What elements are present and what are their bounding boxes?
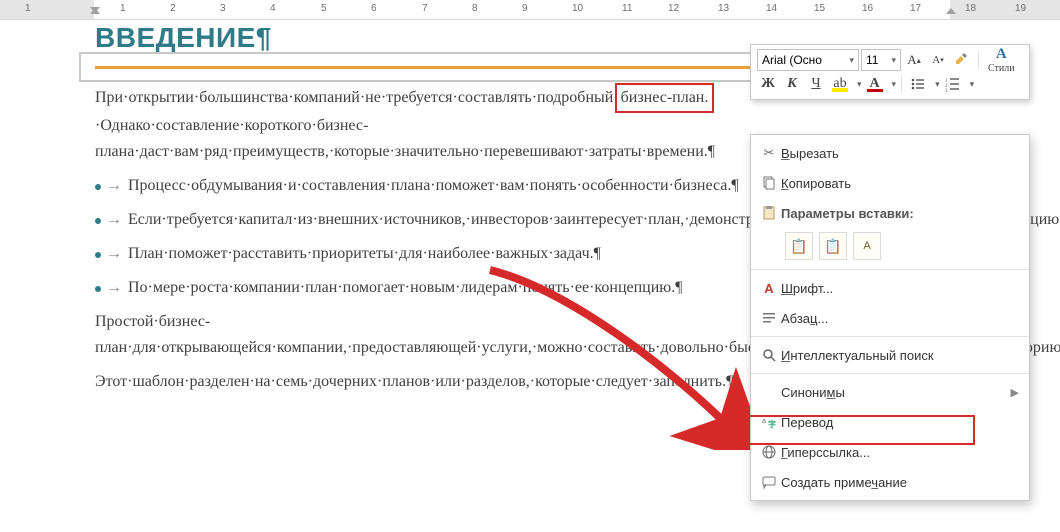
- clipboard-icon: [757, 205, 781, 221]
- right-indent-marker[interactable]: [946, 8, 956, 14]
- ruler-number: 4: [270, 3, 276, 14]
- ctx-cut[interactable]: ✂ Вырезать: [751, 138, 1029, 168]
- tab-arrow-icon: →: [106, 275, 122, 301]
- bullet-dot-icon: [95, 286, 101, 292]
- bullet-text: Процесс·обдумывания·и·составления·плана·…: [128, 173, 739, 199]
- ctx-font[interactable]: A Шрифт...: [751, 273, 1029, 303]
- font-family-combo[interactable]: Arial (Осно ▾: [757, 49, 859, 71]
- ruler-number: 5: [321, 3, 327, 14]
- ruler-number: 8: [472, 3, 478, 14]
- translate-icon: a字: [757, 414, 781, 430]
- styles-label: Стили: [988, 63, 1015, 74]
- paste-merge-formatting[interactable]: 📋: [819, 232, 847, 260]
- ruler-number: 1: [25, 3, 31, 14]
- ctx-paste-header: Параметры вставки:: [751, 198, 1029, 228]
- ruler-number: 16: [862, 3, 873, 14]
- ruler-number: 10: [572, 3, 583, 14]
- ruler-number: 18: [965, 3, 976, 14]
- bullet-dot-icon: [95, 252, 101, 258]
- increase-font-button[interactable]: A▴: [903, 49, 925, 71]
- ctx-font-label: рифт...: [793, 281, 833, 296]
- bullets-button[interactable]: [907, 73, 929, 95]
- tab-arrow-icon: →: [106, 173, 122, 199]
- bullet-text: План·поможет·расставить·приоритеты·для·н…: [128, 241, 601, 267]
- search-icon: [757, 347, 781, 363]
- bullet-dot-icon: [95, 218, 101, 224]
- bullet-dot-icon: [95, 184, 101, 190]
- selected-text[interactable]: бизнес-план.: [615, 83, 715, 113]
- paste-text-only[interactable]: A: [853, 232, 881, 260]
- ctx-smart-label: нтеллектуальный поиск: [790, 348, 933, 363]
- ruler-number: 13: [718, 3, 729, 14]
- paragraph-dialog-icon: [757, 310, 781, 326]
- ctx-cut-label: ырезать: [790, 146, 839, 161]
- chevron-down-icon: ▾: [891, 55, 896, 66]
- chevron-down-icon[interactable]: ▾: [892, 79, 897, 90]
- svg-text:a: a: [762, 418, 766, 425]
- ctx-copy-label: опировать: [789, 176, 851, 191]
- tab-arrow-icon: →: [106, 241, 122, 267]
- ctx-copy[interactable]: Копировать: [751, 168, 1029, 198]
- font-dialog-icon: A: [757, 281, 781, 296]
- font-family-value: Arial (Осно: [762, 53, 822, 67]
- ruler-number: 7: [422, 3, 428, 14]
- font-color-button[interactable]: A: [864, 73, 886, 95]
- left-indent-marker[interactable]: [90, 8, 100, 14]
- ruler-number: 6: [371, 3, 377, 14]
- ruler-number: 11: [622, 3, 632, 14]
- ctx-hyperlink-label: иперссылка...: [787, 445, 870, 460]
- ruler-number: 9: [522, 3, 528, 14]
- ctx-paste-label: Параметры вставки:: [781, 206, 1019, 221]
- ruler-number: 15: [814, 3, 825, 14]
- comment-icon: [757, 474, 781, 490]
- svg-text:3: 3: [945, 89, 948, 92]
- ruler-number: 3: [220, 3, 226, 14]
- ruler-number: 17: [910, 3, 921, 14]
- bullet-text: По·мере·роста·компании·план·помогает·нов…: [128, 275, 683, 301]
- svg-text:字: 字: [768, 419, 776, 429]
- ruler-number: 1: [120, 3, 126, 14]
- underline-button[interactable]: Ч: [805, 73, 827, 95]
- paragraph-1a: При·открытии·большинства·компаний·не·тре…: [95, 89, 619, 106]
- italic-button[interactable]: К: [781, 73, 803, 95]
- format-painter-button[interactable]: [951, 49, 973, 71]
- paintbrush-icon: [954, 52, 970, 68]
- ruler-number: 19: [1015, 3, 1026, 14]
- ctx-hyperlink[interactable]: Гиперссылка...: [751, 437, 1029, 467]
- paste-keep-formatting[interactable]: 📋: [785, 232, 813, 260]
- ctx-smart-lookup[interactable]: Интеллектуальный поиск: [751, 340, 1029, 370]
- ctx-new-comment[interactable]: Создать примечание: [751, 467, 1029, 497]
- font-size-combo[interactable]: 11 ▾: [861, 49, 901, 71]
- ctx-translate-label: Перевод: [781, 415, 1019, 430]
- styles-button[interactable]: A Стили: [984, 49, 1019, 71]
- paragraph-1b: ·Однако·составление·короткого·бизнес-пла…: [95, 117, 715, 160]
- chevron-down-icon[interactable]: ▾: [970, 79, 975, 90]
- paste-options-row: 📋 📋 A: [751, 228, 1029, 266]
- chevron-down-icon[interactable]: ▾: [857, 79, 862, 90]
- numbering-button[interactable]: 123: [942, 73, 964, 95]
- decrease-font-button[interactable]: A▾: [927, 49, 949, 71]
- ruler-number: 12: [668, 3, 679, 14]
- context-menu: ✂ Вырезать Копировать Параметры вставки:…: [750, 134, 1030, 501]
- ctx-synonyms[interactable]: Синонимы ▶: [751, 377, 1029, 407]
- bold-button[interactable]: Ж: [757, 73, 779, 95]
- chevron-down-icon: ▾: [849, 55, 854, 66]
- copy-icon: [757, 175, 781, 191]
- submenu-arrow-icon: ▶: [1011, 386, 1019, 399]
- scissors-icon: ✂: [757, 145, 781, 161]
- ctx-translate[interactable]: a字 Перевод: [751, 407, 1029, 437]
- mini-toolbar: Arial (Осно▾ 11▾ A▴ A▾ A Стили Ж К Ч ab …: [750, 44, 1030, 100]
- numbering-icon: 123: [945, 76, 961, 92]
- ctx-paragraph[interactable]: Абзац...: [751, 303, 1029, 333]
- font-size-value: 11: [866, 53, 878, 67]
- horizontal-ruler[interactable]: 112345678910111213141516171819: [0, 0, 1060, 20]
- chevron-down-icon[interactable]: ▾: [935, 79, 940, 90]
- tab-arrow-icon: →: [106, 207, 122, 233]
- globe-link-icon: [757, 444, 781, 460]
- ruler-number: 14: [766, 3, 777, 14]
- bullets-icon: [910, 76, 926, 92]
- highlight-color-button[interactable]: ab: [829, 73, 851, 95]
- ruler-number: 2: [170, 3, 176, 14]
